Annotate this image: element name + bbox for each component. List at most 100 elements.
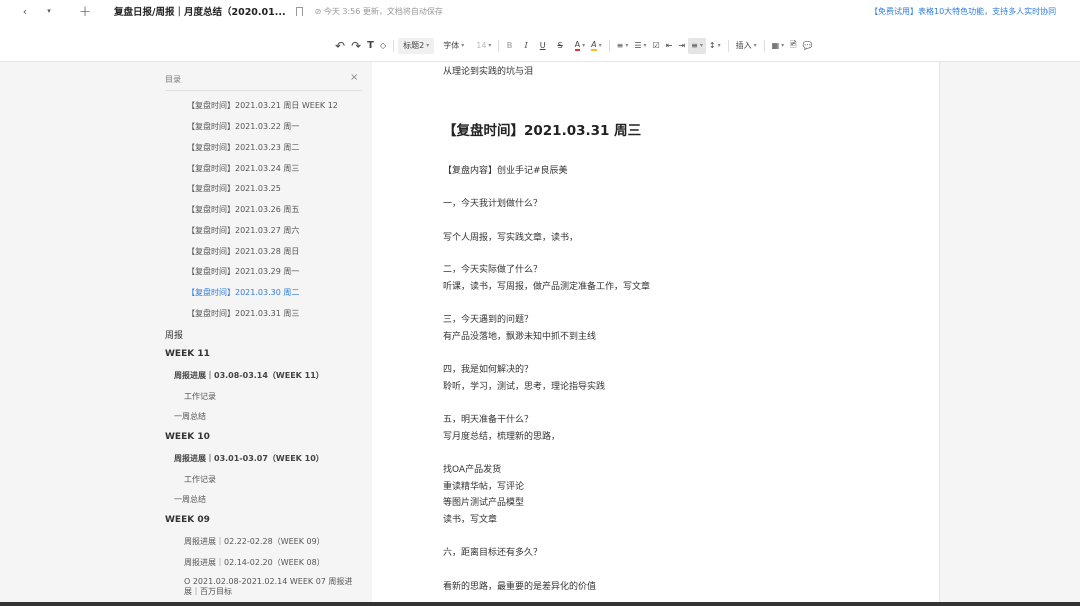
table-icon[interactable]: ▦ ▾: [769, 38, 788, 54]
bullet-list-glyph: ☰: [634, 41, 642, 50]
toc-item[interactable]: 【复盘时间】2021.03.21 周日 WEEK 12: [187, 100, 338, 111]
toc-title: 目录: [165, 75, 181, 84]
ordered-list-icon[interactable]: ≡ ▾: [614, 38, 632, 54]
toc-item[interactable]: 周报进展｜02.22-02.28（WEEK 09）: [184, 536, 325, 547]
document-editor[interactable]: 从理论到实践的坑与泪 【复盘时间】2021.03.31 周三 【复盘内容】创业手…: [372, 62, 939, 606]
chevron-down-icon: ▾: [753, 42, 757, 49]
table-glyph: ▦: [771, 41, 780, 50]
font-color-icon[interactable]: A ▾: [572, 38, 589, 54]
doc-paragraph[interactable]: 有产品没落地，飘渺未知中抓不到主线: [443, 329, 596, 342]
font-select[interactable]: 字体 ▾: [440, 38, 467, 54]
heading-select[interactable]: 标题2 ▾: [398, 37, 435, 54]
line-height-glyph: ↕: [708, 41, 716, 50]
toc-item[interactable]: 周报进展｜03.08-03.14（WEEK 11）: [174, 370, 324, 381]
chevron-down-icon: ▾: [643, 42, 647, 49]
toc-item[interactable]: 【复盘时间】2021.03.24 周三: [187, 163, 299, 174]
chevron-down-icon: ▾: [426, 42, 430, 49]
toc-item[interactable]: WEEK 11: [165, 349, 210, 359]
highlight-icon[interactable]: A ▾: [588, 38, 605, 54]
undo-icon[interactable]: ↶: [332, 38, 348, 54]
toc-sidebar: 目录 × 【复盘时间】2021.03.21 周日 WEEK 12 【复盘时间】2…: [0, 62, 372, 606]
doc-paragraph[interactable]: 从理论到实践的坑与泪: [443, 64, 533, 77]
toc-item[interactable]: 【复盘时间】2021.03.22 周一: [187, 121, 299, 132]
toc-item[interactable]: 【复盘时间】2021.03.28 周日: [187, 246, 299, 257]
document-title[interactable]: 复盘日报/周报｜月度总结（2020.01...: [114, 4, 286, 18]
back-button[interactable]: ‹: [14, 3, 36, 19]
image-icon[interactable]: 🖻: [787, 38, 799, 54]
outdent-icon[interactable]: ⇤: [663, 38, 676, 54]
clear-format-icon[interactable]: ◇: [377, 38, 389, 54]
toc-item[interactable]: O 2021.02.08-2021.02.14 WEEK 07 周报进展｜百万目…: [184, 577, 354, 597]
highlight-glyph: A: [591, 40, 597, 51]
doc-paragraph[interactable]: 写月度总结，梳理新的思路，: [443, 429, 560, 442]
toc-item[interactable]: 周报: [165, 328, 183, 341]
doc-paragraph[interactable]: 听课，读书，写周报，做产品测定准备工作，写文章: [443, 279, 650, 292]
italic-icon[interactable]: I: [522, 38, 531, 54]
ordered-list-glyph: ≡: [616, 41, 624, 50]
toc-item[interactable]: 【复盘时间】2021.03.25: [187, 183, 281, 194]
toc-item[interactable]: 工作记录: [184, 391, 216, 402]
align-glyph: ≡: [691, 41, 698, 50]
chevron-down-icon: ▾: [598, 42, 602, 49]
doc-paragraph[interactable]: 写个人周报，写实践文章，读书，: [443, 230, 578, 243]
toc-item[interactable]: 周报进展｜02.14-02.20（WEEK 08）: [184, 557, 325, 568]
bold-icon[interactable]: B: [503, 38, 515, 54]
chevron-down-icon: ▾: [717, 42, 721, 49]
heading-select-label: 标题2: [403, 41, 425, 50]
doc-paragraph[interactable]: 四，我是如何解决的？: [443, 362, 533, 375]
toc-item-selected[interactable]: 【复盘时间】2021.03.30 周二: [187, 287, 299, 298]
chevron-down-icon: ▾: [582, 42, 586, 49]
chevron-down-icon: ▾: [488, 42, 492, 49]
strikethrough-icon[interactable]: S: [555, 38, 566, 54]
doc-heading[interactable]: 【复盘时间】2021.03.31 周三: [443, 119, 641, 139]
toc-item[interactable]: 工作记录: [184, 474, 216, 485]
comment-icon[interactable]: 💬: [800, 38, 816, 54]
indent-icon[interactable]: ⇥: [675, 38, 688, 54]
toc-item[interactable]: 一周总结: [174, 411, 206, 422]
toc-item[interactable]: 周报进展｜03.01-03.07（WEEK 10）: [174, 453, 324, 464]
toolbar-divider: [727, 39, 729, 52]
redo-icon[interactable]: ↷: [348, 38, 364, 54]
chevron-down-icon: ▾: [625, 42, 629, 49]
doc-paragraph[interactable]: 五，明天准备干什么？: [443, 412, 533, 425]
doc-paragraph[interactable]: 六，距离目标还有多久？: [443, 545, 542, 558]
history-dropdown-button[interactable]: ▾: [38, 3, 60, 19]
font-select-label: 字体: [443, 41, 460, 50]
doc-paragraph[interactable]: 等图片测试产品模型: [443, 495, 524, 508]
doc-paragraph[interactable]: 【复盘内容】创业手记#良辰美: [443, 163, 568, 176]
toc-item[interactable]: 【复盘时间】2021.03.29 周一: [187, 266, 299, 277]
toc-item[interactable]: 一周总结: [174, 494, 206, 505]
toolbar-divider: [498, 39, 500, 52]
doc-paragraph[interactable]: 一，今天我计划做什么？: [443, 196, 542, 209]
toc-divider: [165, 90, 362, 91]
new-document-button[interactable]: +: [74, 2, 96, 20]
toc-item[interactable]: 【复盘时间】2021.03.23 周二: [187, 142, 299, 153]
insert-menu[interactable]: 插入 ▾: [733, 38, 760, 54]
underline-icon[interactable]: U: [537, 38, 549, 54]
bookmark-icon[interactable]: [295, 6, 303, 16]
toc-item[interactable]: 【复盘时间】2021.03.31 周三: [187, 308, 299, 319]
chevron-down-icon: ▾: [699, 42, 703, 49]
doc-paragraph[interactable]: 聆听，学习，测试，思考，理论指导实践: [443, 379, 605, 392]
toc-item[interactable]: 【复盘时间】2021.03.26 周五: [187, 204, 299, 215]
font-size-select[interactable]: 14 ▾: [473, 38, 494, 54]
line-height-icon[interactable]: ↕ ▾: [706, 38, 724, 54]
align-icon[interactable]: ≡ ▾: [688, 37, 706, 54]
taskbar-strip: [0, 602, 1080, 606]
doc-paragraph[interactable]: 看新的思路，最重要的是差异化的价值: [443, 579, 596, 592]
todo-list-icon[interactable]: ☑: [650, 38, 663, 54]
toc-item[interactable]: WEEK 10: [165, 432, 210, 442]
promo-link[interactable]: 【免费试用】表格10大特色功能，支持多人实时协同: [870, 6, 1080, 17]
bullet-list-icon[interactable]: ☰ ▾: [631, 38, 649, 54]
format-painter-icon[interactable]: T: [364, 38, 377, 54]
font-color-glyph: A: [574, 40, 581, 51]
doc-paragraph[interactable]: 三，今天遇到的问题？: [443, 312, 533, 325]
insert-menu-label: 插入: [735, 41, 752, 50]
doc-paragraph[interactable]: 二，今天实际做了什么？: [443, 262, 542, 275]
toc-item[interactable]: 【复盘时间】2021.03.27 周六: [187, 225, 299, 236]
doc-paragraph[interactable]: 找OA产品发货: [443, 462, 501, 475]
doc-paragraph[interactable]: 读书，写文章: [443, 512, 497, 525]
doc-paragraph[interactable]: 重读精华帖，写评论: [443, 479, 524, 492]
toc-item[interactable]: WEEK 09: [165, 515, 210, 525]
close-icon[interactable]: ×: [350, 72, 358, 83]
